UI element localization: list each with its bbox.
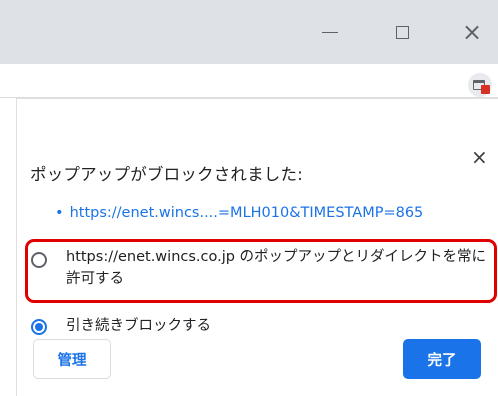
blocked-popup-link[interactable]: https://enet.wincs....=MLH010&TIMESTAMP=… [70, 205, 424, 221]
allow-popups-label[interactable]: https://enet.wincs.co.jp のポップアップとリダイレクトを… [66, 246, 496, 290]
minimize-icon [322, 31, 338, 33]
allow-popups-radio[interactable] [31, 252, 47, 268]
maximize-icon [395, 25, 409, 39]
bubble-title: ポップアップがブロックされました: [30, 165, 303, 184]
close-icon: × [461, 18, 483, 46]
done-button[interactable]: 完了 [403, 339, 481, 379]
window-titlebar: × [0, 0, 498, 64]
popup-blocked-bubble: ポップアップがブロックされました: × • https://enet.wincs.… [16, 98, 498, 396]
browser-toolbar [0, 64, 498, 98]
minimize-button[interactable] [310, 14, 350, 50]
bullet-icon: • [55, 205, 64, 221]
keep-blocking-label[interactable]: 引き続きブロックする [66, 314, 211, 335]
bubble-close-icon[interactable]: × [471, 145, 488, 169]
popup-blocked-icon[interactable] [468, 73, 492, 97]
keep-blocking-radio[interactable] [31, 319, 47, 335]
blocked-popup-link-row: • https://enet.wincs....=MLH010&TIMESTAMP… [55, 205, 423, 221]
manage-button[interactable]: 管理 [33, 339, 111, 379]
blocked-indicator-icon [481, 85, 490, 94]
maximize-button[interactable] [382, 14, 422, 50]
window-close-button[interactable]: × [452, 14, 492, 50]
